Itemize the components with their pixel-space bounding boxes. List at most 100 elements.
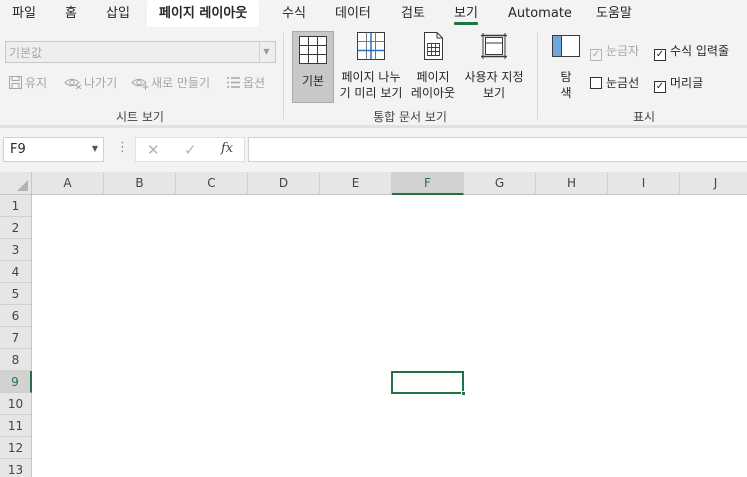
row-header[interactable]: 13 (0, 459, 31, 477)
normal-view-button[interactable]: 기본 (292, 31, 334, 103)
column-headers: A B C D E F G H I J (32, 172, 747, 195)
chevron-down-icon: ▼ (91, 144, 98, 153)
headings-label: 머리글 (670, 76, 704, 90)
page-break-preview-button[interactable]: 페이지 나누 기 미리 보기 (336, 31, 406, 101)
custom-views-label-1: 사용자 지정 (464, 70, 524, 84)
formula-input[interactable] (248, 137, 747, 162)
row-headers: 1 2 3 4 5 6 7 8 9 10 11 12 13 (0, 195, 32, 477)
eye-exit-icon (64, 75, 82, 96)
page-break-preview-label-2: 기 미리 보기 (339, 86, 403, 100)
column-header[interactable]: E (320, 172, 392, 194)
navigation-label-2: 색 (560, 86, 572, 100)
column-header[interactable]: C (176, 172, 248, 194)
row-header[interactable]: 4 (0, 261, 31, 283)
tab-file[interactable]: 파일 (12, 0, 36, 27)
ribbon-tab-bar: 파일 홈 삽입 페이지 레이아웃 수식 데이터 검토 보기 Automate 도… (0, 0, 747, 27)
name-box-value: F9 (10, 142, 26, 157)
eye-new-icon (131, 75, 149, 96)
row-header[interactable]: 1 (0, 195, 31, 217)
row-header[interactable]: 10 (0, 393, 31, 415)
formula-bar-label: 수식 입력줄 (670, 44, 730, 58)
select-all-triangle-icon (17, 180, 28, 191)
navigation-pane-icon (549, 31, 583, 65)
active-cell[interactable] (391, 371, 466, 396)
active-tab-underline (454, 22, 478, 25)
tab-home[interactable]: 홈 (65, 0, 77, 27)
group-label-sheet-view: 시트 보기 (116, 110, 164, 124)
custom-views-label-2: 보기 (482, 86, 506, 100)
sheet-view-dropdown[interactable]: 기본값 ▼ (5, 41, 276, 63)
row-header[interactable]: 8 (0, 349, 31, 371)
sheet-view-options-button[interactable]: 옵션 (226, 73, 265, 93)
more-options-icon[interactable]: ⋮ (116, 140, 129, 155)
normal-view-label: 기본 (301, 74, 325, 88)
column-header-selected[interactable]: F (392, 172, 464, 195)
row-header[interactable]: 2 (0, 217, 31, 239)
enter-check-icon[interactable]: ✓ (184, 141, 197, 159)
gridlines-label: 눈금선 (606, 76, 640, 90)
fill-handle[interactable] (461, 391, 466, 396)
row-header-selected[interactable]: 9 (0, 371, 32, 393)
exit-label: 나가기 (84, 76, 118, 90)
checkbox-unchecked-icon (590, 77, 602, 89)
column-header[interactable]: A (32, 172, 104, 194)
select-all-button[interactable] (0, 172, 32, 195)
worksheet-grid[interactable]: A B C D E F G H I J 1 2 3 4 5 6 7 8 9 10… (0, 172, 747, 477)
ruler-checkbox[interactable]: ✓ 눈금자 (590, 42, 640, 61)
new-label: 새로 만들기 (151, 76, 211, 90)
tab-automate[interactable]: Automate (508, 0, 572, 27)
group-divider (283, 33, 284, 119)
tab-view[interactable]: 보기 (454, 0, 478, 27)
exit-sheet-view-button[interactable]: 나가기 (64, 73, 117, 93)
column-header[interactable]: H (536, 172, 608, 194)
cancel-icon[interactable]: ✕ (147, 141, 160, 159)
navigation-pane-button[interactable]: 탐 색 (549, 31, 583, 101)
group-label-workbook-views: 통합 문서 보기 (373, 110, 447, 124)
tab-view-label: 보기 (454, 6, 478, 21)
checkbox-checked-icon: ✓ (654, 49, 666, 61)
tab-insert[interactable]: 삽입 (106, 0, 130, 27)
save-icon (8, 75, 23, 96)
row-header[interactable]: 7 (0, 327, 31, 349)
tab-formulas[interactable]: 수식 (282, 0, 306, 27)
row-header[interactable]: 12 (0, 437, 31, 459)
group-divider (537, 33, 538, 119)
list-icon (226, 75, 241, 96)
page-layout-view-label-1: 페이지 (416, 70, 450, 84)
gridlines-checkbox[interactable]: 눈금선 (590, 74, 639, 92)
ribbon-view: 기본값 ▼ 유지 나가기 새로 만들기 옵션 시트 보기 기본 페이지 나누 기… (0, 27, 747, 125)
insert-function-icon[interactable]: fx (221, 141, 233, 156)
column-header[interactable]: G (464, 172, 536, 194)
group-label-show: 표시 (632, 110, 656, 124)
tab-data[interactable]: 데이터 (335, 0, 371, 27)
column-header[interactable]: I (608, 172, 680, 194)
column-header[interactable]: B (104, 172, 176, 194)
page-break-preview-icon (336, 31, 406, 65)
row-header[interactable]: 11 (0, 415, 31, 437)
tab-help[interactable]: 도움말 (596, 0, 632, 27)
keep-sheet-view-button[interactable]: 유지 (8, 73, 47, 93)
tab-review[interactable]: 검토 (401, 0, 425, 27)
formula-buttons: ✕ ✓ fx (135, 137, 245, 162)
ruler-label: 눈금자 (606, 44, 640, 58)
navigation-label-1: 탐 (560, 70, 572, 84)
column-header[interactable]: J (680, 172, 747, 194)
headings-checkbox[interactable]: ✓ 머리글 (654, 74, 704, 93)
row-header[interactable]: 5 (0, 283, 31, 305)
chevron-down-icon: ▼ (259, 42, 273, 62)
options-label: 옵션 (243, 76, 266, 90)
custom-views-icon (460, 31, 528, 65)
tab-page-layout[interactable]: 페이지 레이아웃 (147, 0, 260, 27)
row-header[interactable]: 6 (0, 305, 31, 327)
formula-bar-checkbox[interactable]: ✓ 수식 입력줄 (654, 42, 730, 61)
new-sheet-view-button[interactable]: 새로 만들기 (131, 73, 210, 93)
column-header[interactable]: D (248, 172, 320, 194)
checkbox-checked-icon: ✓ (590, 49, 602, 61)
excel-window: 파일 홈 삽입 페이지 레이아웃 수식 데이터 검토 보기 Automate 도… (0, 0, 747, 477)
row-header[interactable]: 3 (0, 239, 31, 261)
page-layout-view-button[interactable]: 페이지 레이아웃 (408, 31, 458, 101)
name-box[interactable]: F9 ▼ (3, 137, 104, 162)
custom-views-button[interactable]: 사용자 지정 보기 (460, 31, 528, 101)
page-layout-view-label-2: 레이아웃 (410, 86, 456, 100)
page-break-preview-label-1: 페이지 나누 (341, 70, 401, 84)
